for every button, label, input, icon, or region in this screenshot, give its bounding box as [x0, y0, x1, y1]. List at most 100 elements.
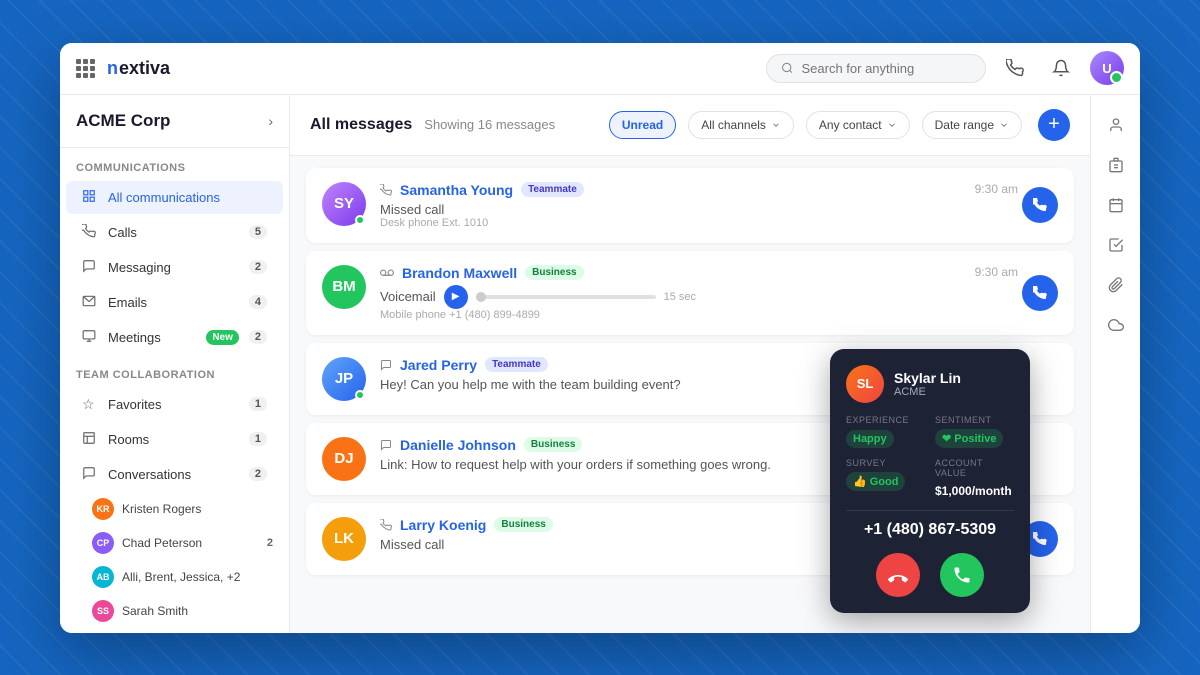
account-label: ACCOUNT VALUE: [935, 458, 1014, 478]
top-nav: n extiva U: [60, 43, 1140, 95]
bell-icon-btn[interactable]: [1044, 51, 1078, 85]
rooms-label: Rooms: [108, 432, 239, 447]
sidebar-item-meetings[interactable]: Meetings New 2: [66, 321, 283, 354]
search-input[interactable]: [801, 61, 971, 76]
user-avatar[interactable]: U: [1090, 51, 1124, 85]
messaging-label: Messaging: [108, 260, 239, 275]
account-stat: ACCOUNT VALUE $1,000/month: [935, 458, 1014, 500]
sidebar-item-favorites[interactable]: ☆ Favorites 1: [66, 388, 283, 421]
sub-item-sarah[interactable]: SS Sarah Smith: [60, 594, 289, 628]
sarah-label: Sarah Smith: [122, 604, 273, 618]
rooms-icon: [82, 431, 98, 448]
sarah-avatar: SS: [92, 600, 114, 622]
brandon-meta: Mobile phone +1 (480) 899-4899: [380, 309, 1008, 321]
accept-call-button[interactable]: [940, 553, 984, 597]
contact-chevron-icon: [887, 120, 897, 130]
emails-label: Emails: [108, 295, 239, 310]
brandon-tag: Business: [525, 265, 583, 280]
popup-divider: [846, 510, 1014, 511]
content-title: All messages: [310, 116, 412, 134]
unread-filter-btn[interactable]: Unread: [609, 111, 676, 139]
right-icon-bar: [1090, 95, 1140, 633]
contact-filter-btn[interactable]: Any contact: [806, 111, 910, 139]
incoming-call-popup: SL Skylar Lin ACME EXPERIENCE Happy SENT…: [830, 349, 1030, 613]
sub-item-alli[interactable]: AB Alli, Brent, Jessica, +2: [60, 560, 289, 594]
add-button[interactable]: +: [1038, 109, 1070, 141]
popup-header: SL Skylar Lin ACME: [846, 365, 1014, 403]
sidebar-item-conversations[interactable]: Conversations 2: [66, 458, 283, 491]
phone-icon-btn[interactable]: [998, 51, 1032, 85]
popup-stats-2: SURVEY 👍 Good ACCOUNT VALUE $1,000/month: [846, 458, 1014, 500]
chad-label: Chad Peterson: [122, 536, 259, 550]
samantha-avatar: SY: [322, 182, 366, 226]
larry-call-icon: [380, 519, 392, 531]
search-bar[interactable]: [766, 54, 986, 83]
rooms-badge: 1: [249, 432, 267, 446]
tasks-icon-btn[interactable]: [1098, 227, 1134, 263]
svg-text:n: n: [107, 58, 118, 78]
decline-call-button[interactable]: [876, 553, 920, 597]
date-chevron-icon: [999, 120, 1009, 130]
sidebar-item-rooms[interactable]: Rooms 1: [66, 423, 283, 456]
attachments-icon-btn[interactable]: [1098, 267, 1134, 303]
contacts-icon-btn[interactable]: [1098, 107, 1134, 143]
calls-icon: [82, 224, 98, 241]
play-button[interactable]: ▶: [444, 285, 468, 309]
channels-chevron-icon: [771, 120, 781, 130]
popup-actions: [846, 553, 1014, 597]
calls-badge: 5: [249, 225, 267, 239]
jared-name: Jared Perry: [400, 357, 477, 373]
calendar-icon-btn[interactable]: [1098, 187, 1134, 223]
sentiment-label: SENTIMENT: [935, 415, 1014, 425]
logo: n extiva: [107, 56, 197, 80]
kristen-label: Kristen Rogers: [122, 502, 273, 516]
sidebar-chevron-icon[interactable]: ›: [268, 113, 273, 129]
alli-label: Alli, Brent, Jessica, +2: [122, 570, 273, 584]
conversations-label: Conversations: [108, 467, 239, 482]
samantha-text: Missed call: [380, 202, 1008, 217]
sidebar-item-calls[interactable]: Calls 5: [66, 216, 283, 249]
samantha-call-btn[interactable]: [1022, 187, 1058, 223]
samantha-name: Samantha Young: [400, 182, 513, 198]
chad-badge: 2: [267, 537, 273, 549]
sentiment-stat: SENTIMENT ❤ Positive: [935, 415, 1014, 448]
channels-filter-btn[interactable]: All channels: [688, 111, 794, 139]
sidebar-item-all-comms[interactable]: All communications: [66, 181, 283, 214]
sentiment-value: ❤ Positive: [935, 429, 1003, 448]
emails-badge: 4: [249, 295, 267, 309]
date-filter-btn[interactable]: Date range: [922, 111, 1022, 139]
brandon-call-btn[interactable]: [1022, 275, 1058, 311]
main-content: All messages Showing 16 messages Unread …: [290, 95, 1090, 633]
grid-menu-icon[interactable]: [76, 59, 95, 78]
cloud-icon-btn[interactable]: [1098, 307, 1134, 343]
clipboard-icon-btn[interactable]: [1098, 147, 1134, 183]
communications-section-title: Communications: [60, 148, 289, 180]
brandon-text: Voicemail: [380, 289, 436, 304]
message-card-brandon[interactable]: BM Brandon Maxwell Business Voicemail ▶: [306, 251, 1074, 335]
popup-stats: EXPERIENCE Happy SENTIMENT ❤ Positive: [846, 415, 1014, 448]
popup-caller-company: ACME: [894, 386, 961, 398]
content-header: All messages Showing 16 messages Unread …: [290, 95, 1090, 156]
content-subtitle: Showing 16 messages: [424, 117, 555, 132]
favorites-badge: 1: [249, 397, 267, 411]
larry-avatar: LK: [322, 517, 366, 561]
experience-value: Happy: [846, 430, 894, 448]
sub-item-chad[interactable]: CP Chad Peterson 2: [60, 526, 289, 560]
brandon-name: Brandon Maxwell: [402, 265, 517, 281]
emails-icon: [82, 294, 98, 311]
samantha-body: Samantha Young Teammate Missed call Desk…: [380, 182, 1008, 229]
messaging-badge: 2: [249, 260, 267, 274]
danielle-tag: Business: [524, 437, 582, 452]
message-card-samantha[interactable]: SY Samantha Young Teammate Missed call D…: [306, 168, 1074, 243]
sidebar-item-emails[interactable]: Emails 4: [66, 286, 283, 319]
sidebar-item-messaging[interactable]: Messaging 2: [66, 251, 283, 284]
meetings-label: Meetings: [108, 330, 196, 345]
svg-text:extiva: extiva: [119, 58, 171, 78]
audio-progress-bar[interactable]: [476, 295, 656, 299]
app-window: n extiva U ACME Corp › Communications: [60, 43, 1140, 633]
meetings-icon: [82, 329, 98, 346]
brandon-time: 9:30 am: [975, 265, 1018, 279]
sub-item-kristen[interactable]: KR Kristen Rogers: [60, 492, 289, 526]
favorites-icon: ☆: [82, 396, 98, 413]
search-icon: [781, 61, 793, 75]
